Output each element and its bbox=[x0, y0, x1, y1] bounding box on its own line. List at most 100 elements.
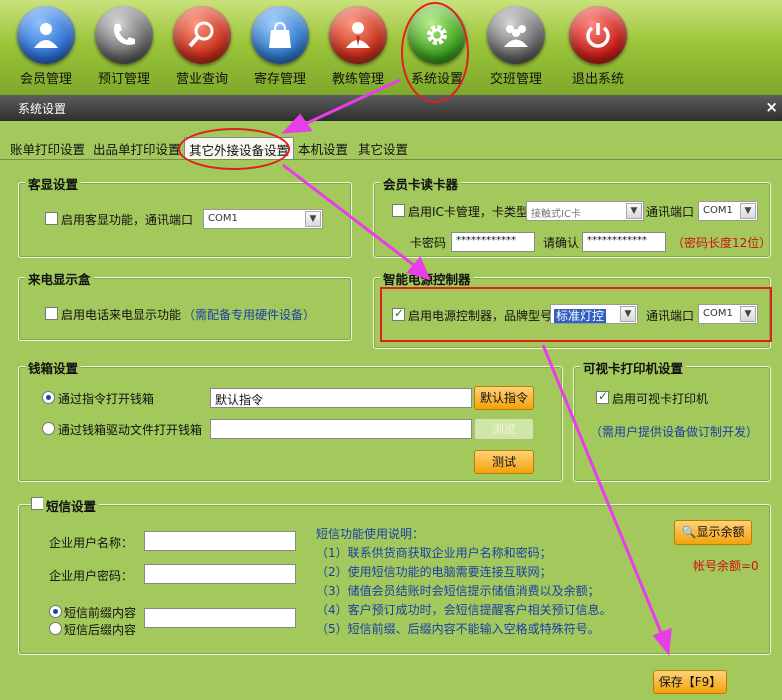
card-confirm-input[interactable]: ************ bbox=[582, 232, 666, 252]
close-icon[interactable]: × bbox=[765, 98, 778, 116]
settings-panel: 账单打印设置 出品单打印设置 其它外接设备设置 本机设置 其它设置 客显设置 启… bbox=[0, 121, 782, 700]
group-title: 短信设置 bbox=[43, 496, 100, 515]
nav-member-button[interactable]: 会员管理 bbox=[9, 4, 83, 88]
card-reader-checkbox[interactable] bbox=[392, 204, 405, 217]
sms-suffix-radio[interactable] bbox=[49, 622, 62, 635]
nav-label: 退出系统 bbox=[571, 72, 624, 87]
select-value: COM1 bbox=[208, 213, 238, 224]
group-title: 可视卡打印机设置 bbox=[580, 358, 687, 377]
nav-label: 交班管理 bbox=[489, 72, 542, 87]
customer-display-checkbox[interactable] bbox=[45, 212, 58, 225]
nav-shift-button[interactable]: 交班管理 bbox=[479, 4, 553, 88]
tab-other-settings[interactable]: 其它设置 bbox=[354, 137, 412, 159]
group-title: 会员卡读卡器 bbox=[380, 174, 462, 193]
nav-query-button[interactable]: 营业查询 bbox=[165, 4, 239, 88]
sms-help-line: （4）客户预订成功时，会短信提醒客户相关预订信息。 bbox=[316, 603, 612, 617]
cash-drawer-command-label: 通过指令打开钱箱 bbox=[58, 392, 155, 406]
highlight-ellipse bbox=[401, 2, 469, 103]
caller-id-label: 启用电话来电显示功能 bbox=[61, 308, 182, 322]
nav-storage-button[interactable]: 寄存管理 bbox=[243, 4, 317, 88]
sms-help-line: （2）使用短信功能的电脑需要连接互联网； bbox=[316, 565, 552, 579]
nav-label: 会员管理 bbox=[19, 72, 72, 87]
card-password-label: 卡密码 bbox=[410, 236, 447, 250]
driver-file-input[interactable] bbox=[210, 419, 472, 439]
caller-id-group: 来电显示盒 启用电话来电显示功能 （需配备专用硬件设备） bbox=[18, 269, 352, 341]
card-password-input[interactable]: ************ bbox=[451, 232, 535, 252]
bag-icon bbox=[251, 6, 309, 64]
nav-label: 寄存管理 bbox=[253, 72, 306, 87]
account-balance: 帐号余额=0 bbox=[693, 559, 759, 573]
visual-printer-checkbox[interactable] bbox=[596, 389, 609, 404]
nav-label: 预订管理 bbox=[97, 72, 150, 87]
cash-drawer-driver-label: 通过钱箱驱动文件打开钱箱 bbox=[58, 423, 203, 437]
test-button[interactable]: 测试 bbox=[474, 450, 534, 474]
tab-local-settings[interactable]: 本机设置 bbox=[294, 137, 352, 159]
customer-display-label: 启用客显功能，通讯端口 bbox=[61, 213, 194, 227]
show-balance-button[interactable]: 🔍显示余额 bbox=[674, 520, 752, 545]
window-title: 系统设置 bbox=[18, 102, 67, 116]
card-confirm-label: 请确认 bbox=[543, 236, 580, 250]
visual-printer-label: 启用可视卡打印机 bbox=[612, 392, 709, 406]
sms-user-label: 企业用户名称： bbox=[49, 536, 134, 550]
top-nav-bar: 会员管理 预订管理 营业查询 寄存管理 教练管理 系统设置 交班管理 退出系统 bbox=[0, 0, 782, 95]
highlight-box bbox=[380, 287, 772, 342]
nav-label: 教练管理 bbox=[331, 72, 384, 87]
phone-icon bbox=[95, 6, 153, 64]
group-title: 来电显示盒 bbox=[25, 269, 94, 288]
customer-display-port-select[interactable]: COM1 ▼ bbox=[203, 209, 323, 229]
default-command-button[interactable]: 默认指令 bbox=[474, 386, 534, 410]
button-label: 显示余额 bbox=[696, 525, 745, 539]
sms-help-line: （3）储值会员结账时会短信提示储值消费以及余额； bbox=[316, 584, 600, 598]
magnifier-icon: 🔍 bbox=[681, 525, 697, 539]
password-length-note: （密码长度12位） bbox=[672, 236, 772, 250]
nav-label: 营业查询 bbox=[175, 72, 228, 87]
sms-suffix-label: 短信后缀内容 bbox=[64, 623, 137, 637]
nav-booking-button[interactable]: 预订管理 bbox=[87, 4, 161, 88]
sms-affix-input[interactable] bbox=[144, 608, 296, 628]
cash-drawer-command-input[interactable]: 默认指令 bbox=[210, 388, 472, 408]
sms-help-line: （1）联系供货商获取企业用户名称和密码； bbox=[316, 546, 552, 560]
group-icon bbox=[487, 6, 545, 64]
sms-prefix-label: 短信前缀内容 bbox=[64, 606, 137, 620]
group-title: 钱箱设置 bbox=[25, 358, 82, 377]
tab-divider bbox=[0, 159, 782, 160]
sms-password-label: 企业用户密码： bbox=[49, 569, 134, 583]
save-button[interactable]: 保存【F9】 bbox=[653, 670, 727, 694]
caller-id-checkbox[interactable] bbox=[45, 307, 58, 320]
visual-printer-group: 可视卡打印机设置 启用可视卡打印机 （需用户提供设备做订制开发） bbox=[573, 358, 771, 482]
card-port-select[interactable]: COM1 ▼ bbox=[698, 201, 758, 221]
card-reader-label: 启用IC卡管理，卡类型 bbox=[408, 205, 528, 219]
caller-id-note: （需配备专用硬件设备） bbox=[183, 308, 316, 322]
customer-display-group: 客显设置 启用客显功能，通讯端口 COM1 ▼ bbox=[18, 174, 352, 258]
sms-group: 短信设置 企业用户名称： 企业用户密码： 短信前缀内容 短信后缀内容 短信功能使… bbox=[18, 496, 771, 655]
card-type-select[interactable]: 接触式IC卡 ▼ bbox=[526, 201, 644, 221]
chevron-down-icon[interactable]: ▼ bbox=[305, 211, 321, 227]
chevron-down-icon[interactable]: ▼ bbox=[740, 203, 756, 219]
visual-printer-note: （需用户提供设备做订制开发） bbox=[590, 425, 759, 439]
sms-password-input[interactable] bbox=[144, 564, 296, 584]
sms-prefix-radio[interactable] bbox=[49, 605, 62, 618]
sms-user-input[interactable] bbox=[144, 531, 296, 551]
cash-drawer-driver-radio[interactable] bbox=[42, 422, 55, 435]
highlight-ellipse bbox=[178, 128, 290, 170]
cash-drawer-group: 钱箱设置 通过指令打开钱箱 默认指令 默认指令 通过钱箱驱动文件打开钱箱 浏览 … bbox=[18, 358, 563, 482]
nav-coach-button[interactable]: 教练管理 bbox=[321, 4, 395, 88]
user-icon bbox=[17, 6, 75, 64]
chevron-down-icon[interactable]: ▼ bbox=[626, 203, 642, 219]
sms-help-title: 短信功能使用说明： bbox=[316, 527, 425, 541]
card-reader-group: 会员卡读卡器 启用IC卡管理，卡类型 接触式IC卡 ▼ 通讯端口 COM1 ▼ 卡密… bbox=[373, 174, 772, 258]
browse-button[interactable]: 浏览 bbox=[474, 418, 534, 440]
tab-dish-print[interactable]: 出品单打印设置 bbox=[89, 137, 185, 159]
sms-help-line: （5）短信前缀、后缀内容不能输入空格或特殊符号。 bbox=[316, 622, 600, 636]
nav-exit-button[interactable]: 退出系统 bbox=[561, 4, 635, 88]
cash-drawer-command-radio[interactable] bbox=[42, 391, 55, 404]
tab-bill-print[interactable]: 账单打印设置 bbox=[6, 137, 89, 159]
power-icon bbox=[569, 6, 627, 64]
group-title: 客显设置 bbox=[25, 174, 82, 193]
magnifier-icon bbox=[173, 6, 231, 64]
select-value: COM1 bbox=[703, 205, 733, 216]
card-port-label: 通讯端口 bbox=[646, 205, 695, 219]
select-value: 接触式IC卡 bbox=[531, 209, 581, 220]
group-title: 智能电源控制器 bbox=[380, 269, 474, 288]
window-title-bar: 系统设置 × bbox=[0, 95, 782, 121]
